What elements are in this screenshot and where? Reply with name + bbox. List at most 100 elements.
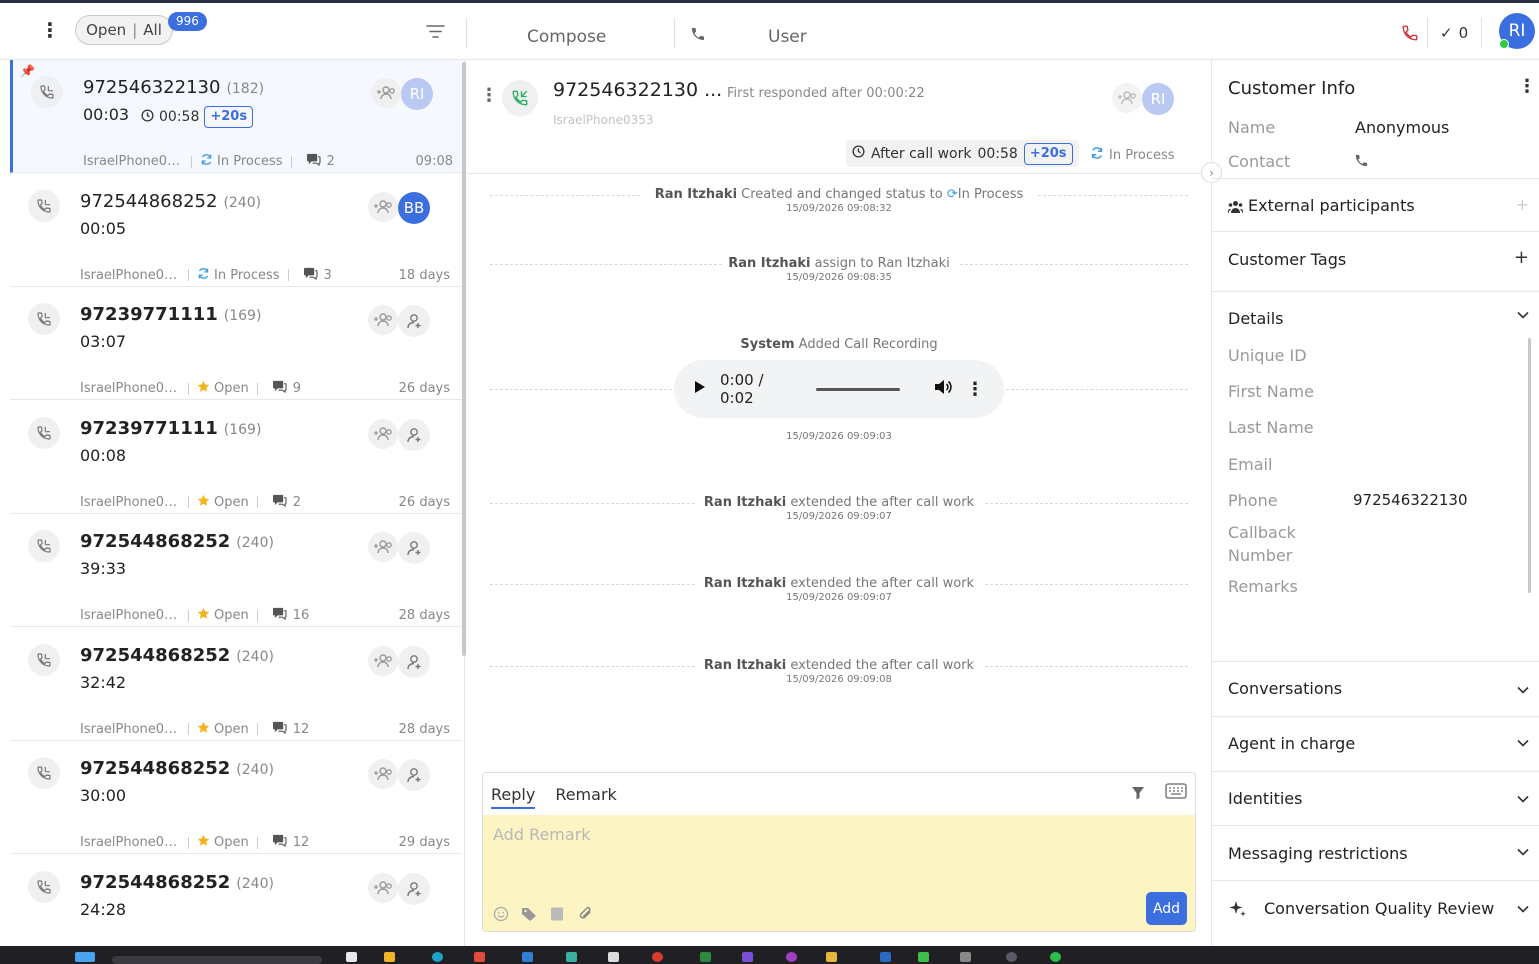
taskbar-app-icon[interactable] [522, 952, 533, 962]
external-participants-section[interactable]: External participants + [1212, 178, 1539, 232]
conversation-status[interactable]: In Process [1090, 146, 1175, 164]
menu-kebab-icon[interactable]: ⋮ [40, 20, 60, 40]
messaging-restrictions-section[interactable]: Messaging restrictions [1212, 826, 1539, 881]
tab-remark[interactable]: Remark [555, 785, 616, 809]
conversation-item[interactable]: 972546322130 (182) 00:03 00:58 +20s RI IsraelP… [10, 60, 462, 173]
tab-compose[interactable]: Compose [527, 27, 606, 47]
conversations-section[interactable]: Conversations [1212, 662, 1539, 717]
status-filter-pill[interactable]: Open | All [75, 15, 173, 45]
taskbar-app-icon[interactable] [608, 952, 619, 962]
event-text: extended the after call work [790, 658, 975, 673]
taskbar-app-icon[interactable] [652, 952, 663, 962]
taskbar-app-icon[interactable] [742, 952, 753, 962]
quality-review-section[interactable]: Conversation Quality Review [1212, 881, 1539, 946]
group-icon[interactable] [368, 759, 398, 789]
taskbar-app-icon[interactable] [700, 952, 711, 962]
assign-user-icon[interactable] [398, 759, 430, 791]
audio-options-icon[interactable]: ⋮ [966, 379, 984, 400]
identities-section[interactable]: Identities [1212, 772, 1539, 826]
template-icon[interactable] [549, 906, 565, 926]
event-actor: System [740, 337, 795, 352]
extend-acw-button[interactable]: +20s [204, 106, 254, 128]
assign-user-icon[interactable] [398, 305, 430, 337]
keyboard-icon[interactable] [1165, 783, 1187, 803]
divider [188, 836, 189, 849]
contact-phone-icon[interactable] [1354, 153, 1369, 172]
phone-icon[interactable] [690, 26, 706, 46]
taskbar-app-icon[interactable] [432, 952, 443, 962]
event-line [490, 584, 695, 585]
conversation-item[interactable]: 972544868252 (240) 30:00 IsraelPhone0353 Ope… [10, 741, 462, 854]
extend-acw-button[interactable]: +20s [1023, 142, 1073, 165]
taskbar-app-icon[interactable] [1006, 952, 1017, 962]
taskbar-app-icon[interactable] [566, 952, 577, 962]
play-icon[interactable] [694, 380, 706, 398]
remark-input[interactable]: Add Remark Add [483, 815, 1195, 931]
start-icon[interactable] [75, 952, 95, 962]
agent-avatar[interactable]: BB [398, 191, 430, 224]
taskbar-app-icon[interactable] [786, 952, 797, 962]
tag-icon[interactable] [521, 906, 537, 926]
conversation-item[interactable]: 972544868252 (240) 39:33 IsraelPhone0353 Ope… [10, 514, 462, 627]
taskbar-app-icon[interactable] [880, 952, 891, 962]
hangup-phone-icon[interactable] [1401, 24, 1419, 46]
add-participant-icon[interactable]: + [1516, 195, 1529, 214]
conversation-item[interactable]: 972544868252 (240) 00:05 BB IsraelPhone0353 I… [10, 173, 462, 287]
group-icon[interactable] [368, 872, 398, 903]
assign-user-icon[interactable] [398, 532, 430, 564]
conversation-item[interactable]: 972544868252 (240) 24:28 [10, 854, 462, 946]
number-text: 972544868252 [80, 871, 231, 893]
taskbar-app-icon[interactable] [918, 952, 929, 962]
chevron-up-icon[interactable] [1517, 307, 1529, 323]
event-timestamp: 15/09/2026 09:09:03 [786, 431, 892, 442]
status-text: Open [214, 835, 249, 850]
taskbar-app-icon[interactable] [384, 952, 395, 962]
group-icon[interactable] [368, 305, 398, 335]
taskbar-search[interactable] [112, 956, 322, 964]
group-icon[interactable] [368, 418, 398, 449]
funnel-icon[interactable] [1131, 785, 1145, 804]
pin-icon[interactable]: 📌 [20, 64, 35, 78]
volume-icon[interactable] [934, 379, 952, 399]
group-icon[interactable] [368, 191, 398, 222]
tab-user[interactable]: User [768, 27, 807, 47]
conversation-menu-icon[interactable]: ⋮ [480, 86, 498, 106]
filter-lines-icon[interactable] [426, 24, 445, 43]
details-scrollbar[interactable] [1528, 338, 1531, 593]
group-icon[interactable] [368, 645, 398, 676]
conversation-age: 28 days [398, 721, 450, 737]
group-icon[interactable] [1112, 83, 1142, 113]
emoji-icon[interactable] [493, 906, 509, 926]
assigned-agent-avatar[interactable]: RI [1142, 83, 1174, 115]
tab-reply[interactable]: Reply [491, 785, 536, 809]
customer-menu-icon[interactable]: ⋮ [1518, 77, 1536, 97]
attachment-icon[interactable] [577, 905, 595, 927]
assign-user-icon[interactable] [398, 872, 430, 905]
conversation-item[interactable]: 97239771111 (169) 03:07 IsraelPhone0353 Open… [10, 287, 462, 400]
agent-avatar[interactable]: RI [401, 78, 433, 110]
phone-label: Phone [1228, 491, 1278, 510]
add-tag-icon[interactable]: + [1514, 247, 1529, 268]
list-scrollbar[interactable] [462, 62, 466, 656]
taskbar-app-icon[interactable] [346, 952, 357, 962]
add-remark-button[interactable]: Add [1146, 892, 1187, 925]
group-icon[interactable] [368, 532, 398, 562]
number-text: 97239771111 [80, 417, 218, 439]
taskbar-app-icon[interactable] [960, 952, 971, 962]
customer-tags-section[interactable]: Customer Tags + [1212, 232, 1539, 292]
taskbar-app-icon[interactable] [826, 952, 837, 962]
taskbar-app-icon[interactable] [1050, 952, 1061, 962]
message-count-value: 2 [292, 494, 302, 510]
audio-progress-track[interactable] [816, 387, 900, 391]
conversation-item[interactable]: 97239771111 (169) 00:08 IsraelPhone0353 Open… [10, 400, 462, 514]
done-counter[interactable]: ✓ 0 [1440, 24, 1468, 42]
group-icon[interactable] [371, 78, 401, 108]
conversation-item[interactable]: 972544868252 (240) 32:42 IsraelPhone0353 Ope… [10, 627, 462, 741]
call-recording-player[interactable]: 0:00 / 0:02 ⋮ [674, 360, 1004, 418]
assign-user-icon[interactable] [398, 418, 430, 451]
agent-in-charge-section[interactable]: Agent in charge [1212, 717, 1539, 772]
call-duration: 39:33 [80, 559, 127, 578]
taskbar-app-icon[interactable] [474, 952, 485, 962]
assign-user-icon[interactable] [398, 645, 430, 678]
details-title[interactable]: Details [1228, 309, 1283, 328]
